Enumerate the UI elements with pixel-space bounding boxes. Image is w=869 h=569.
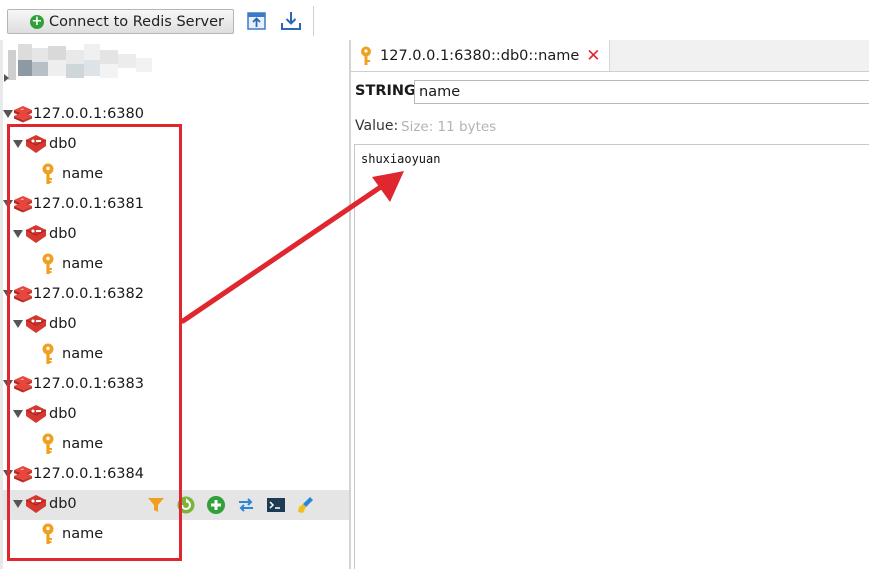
tree-server-item[interactable]: 127.0.0.1:6382 bbox=[3, 280, 144, 308]
redis-server-icon bbox=[14, 106, 32, 123]
redis-server-icon bbox=[14, 376, 32, 393]
tree-db-item[interactable]: db0 bbox=[13, 400, 77, 428]
tree-item-label: db0 bbox=[49, 226, 77, 242]
console-icon[interactable] bbox=[266, 495, 286, 515]
connect-button-label: Connect to Redis Server bbox=[49, 13, 225, 30]
tree-item-label: 127.0.0.1:6382 bbox=[33, 286, 144, 302]
key-editor-panel: 127.0.0.1:6380::db0::name ✕ STRING: Valu… bbox=[351, 40, 869, 569]
tree-item-label: name bbox=[62, 526, 104, 542]
tree-item-label: name bbox=[62, 256, 104, 272]
expand-arrow-icon[interactable] bbox=[13, 320, 23, 328]
tree-item-label: 127.0.0.1:6383 bbox=[33, 376, 144, 392]
value-editor[interactable]: shuxiaoyuan bbox=[354, 144, 869, 569]
value-text: shuxiaoyuan bbox=[361, 152, 441, 166]
connect-to-redis-button[interactable]: + Connect to Redis Server bbox=[7, 9, 234, 34]
flush-icon[interactable] bbox=[296, 495, 316, 515]
key-icon bbox=[42, 343, 54, 364]
import-icon[interactable] bbox=[246, 10, 268, 32]
db-action-toolbar bbox=[146, 491, 326, 519]
export-icon[interactable] bbox=[280, 10, 302, 32]
tree-db-item[interactable]: db0 bbox=[13, 220, 77, 248]
key-icon bbox=[361, 46, 371, 65]
tree-item-label: 127.0.0.1:6381 bbox=[33, 196, 144, 212]
tree-server-item[interactable]: 127.0.0.1:6384 bbox=[3, 460, 144, 488]
close-tab-icon[interactable]: ✕ bbox=[586, 46, 600, 66]
expand-arrow-icon[interactable] bbox=[13, 500, 23, 508]
expand-arrow-icon[interactable] bbox=[13, 230, 23, 238]
tree-key-item[interactable]: name bbox=[42, 340, 103, 368]
database-icon bbox=[25, 405, 47, 423]
tree-key-item[interactable]: name bbox=[42, 520, 103, 548]
key-icon bbox=[42, 163, 54, 184]
tree-item-label: db0 bbox=[49, 406, 77, 422]
tree-server-item[interactable]: 127.0.0.1:6383 bbox=[3, 370, 144, 398]
expand-arrow-icon[interactable] bbox=[3, 470, 13, 478]
expand-arrow-icon[interactable] bbox=[3, 290, 13, 298]
expand-arrow-icon[interactable] bbox=[3, 110, 13, 118]
database-icon bbox=[25, 135, 47, 153]
tree-server-item[interactable]: 127.0.0.1:6380 bbox=[3, 100, 144, 128]
expand-arrow-icon[interactable] bbox=[3, 200, 13, 208]
key-name-field[interactable] bbox=[414, 80, 869, 104]
expand-arrow-icon[interactable] bbox=[13, 410, 23, 418]
reload-icon[interactable] bbox=[176, 495, 196, 515]
tree-item-label: db0 bbox=[49, 496, 77, 512]
redis-server-icon bbox=[14, 466, 32, 483]
tree-item-label: name bbox=[62, 166, 104, 182]
value-size: Size: 11 bytes bbox=[401, 119, 497, 135]
expand-arrow-icon[interactable] bbox=[3, 380, 13, 388]
tree-db-item[interactable]: db0 bbox=[13, 310, 77, 338]
collapse-arrow-icon[interactable] bbox=[4, 74, 9, 82]
key-icon bbox=[42, 253, 54, 274]
tree-key-item[interactable]: name bbox=[42, 160, 103, 188]
tree-item-label: 127.0.0.1:6384 bbox=[33, 466, 144, 482]
connections-tree: 127.0.0.1:6380 db0 name 127.0.0.1:6381 db0 na… bbox=[0, 40, 349, 569]
key-icon bbox=[42, 523, 54, 544]
tab-title: 127.0.0.1:6380::db0::name bbox=[380, 47, 580, 64]
expand-arrow-icon[interactable] bbox=[13, 140, 23, 148]
key-type-label: STRING: bbox=[355, 83, 422, 99]
tree-item-label: name bbox=[62, 346, 104, 362]
key-icon bbox=[42, 433, 54, 454]
refresh-icon[interactable] bbox=[236, 495, 256, 515]
redis-server-icon bbox=[14, 286, 32, 303]
tree-key-item[interactable]: name bbox=[42, 430, 103, 458]
tree-item-label: name bbox=[62, 436, 104, 452]
plus-circle-icon: + bbox=[30, 14, 44, 29]
tree-server-item[interactable]: 127.0.0.1:6381 bbox=[3, 190, 144, 218]
redis-server-icon bbox=[14, 196, 32, 213]
filter-icon[interactable] bbox=[146, 495, 166, 515]
toolbar-separator bbox=[313, 6, 314, 36]
tree-item-label: db0 bbox=[49, 316, 77, 332]
add-key-icon[interactable] bbox=[206, 495, 226, 515]
database-icon bbox=[25, 225, 47, 243]
database-icon bbox=[25, 315, 47, 333]
toolbar: + Connect to Redis Server bbox=[0, 0, 869, 40]
tree-key-item[interactable]: name bbox=[42, 250, 103, 278]
blurred-connection bbox=[8, 44, 152, 80]
tree-db-item[interactable]: db0 bbox=[13, 490, 77, 518]
tab-key-name[interactable]: 127.0.0.1:6380::db0::name ✕ bbox=[351, 40, 609, 72]
tree-item-label: db0 bbox=[49, 136, 77, 152]
tab-strip bbox=[609, 40, 869, 72]
tree-db-item[interactable]: db0 bbox=[13, 130, 77, 158]
tree-item-label: 127.0.0.1:6380 bbox=[33, 106, 144, 122]
database-icon bbox=[25, 495, 47, 513]
value-label: Value: bbox=[355, 118, 399, 134]
